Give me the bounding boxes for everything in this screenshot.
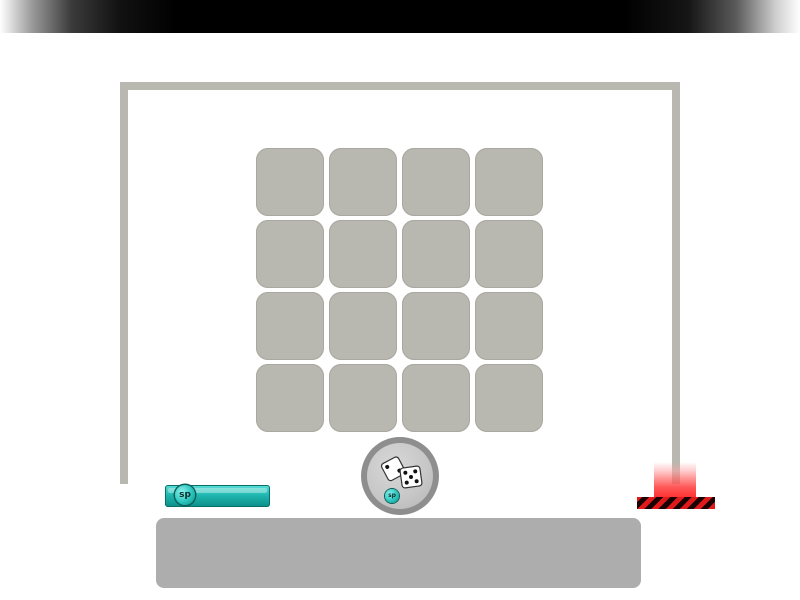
roll-dice-button[interactable]: sp bbox=[361, 437, 439, 515]
board-tile[interactable] bbox=[329, 148, 397, 216]
arena-frame-left bbox=[120, 82, 128, 484]
board-tile[interactable] bbox=[475, 148, 543, 216]
dice-button-face: sp bbox=[367, 443, 433, 509]
board-tile[interactable] bbox=[256, 292, 324, 360]
board-tile[interactable] bbox=[402, 292, 470, 360]
board-tile[interactable] bbox=[329, 292, 397, 360]
dice-sp-badge: sp bbox=[385, 489, 399, 503]
arena-frame-top bbox=[120, 82, 680, 90]
board-tile[interactable] bbox=[475, 220, 543, 288]
board-tile[interactable] bbox=[402, 364, 470, 432]
arena-frame-right bbox=[672, 82, 680, 484]
dice-icon bbox=[381, 456, 423, 489]
board-tile[interactable] bbox=[256, 148, 324, 216]
goal-glow bbox=[654, 462, 696, 498]
board-tile[interactable] bbox=[475, 364, 543, 432]
board-tile[interactable] bbox=[256, 220, 324, 288]
board-tile[interactable] bbox=[329, 220, 397, 288]
board-tile[interactable] bbox=[329, 364, 397, 432]
board-tile[interactable] bbox=[256, 364, 324, 432]
tile-grid bbox=[256, 148, 546, 436]
sp-coin-icon: sp bbox=[175, 485, 195, 505]
message-panel bbox=[156, 518, 641, 588]
goal-marker-base bbox=[637, 497, 715, 509]
board-tile[interactable] bbox=[402, 148, 470, 216]
board-tile[interactable] bbox=[475, 292, 543, 360]
top-gradient-bar bbox=[0, 0, 800, 33]
board-tile[interactable] bbox=[402, 220, 470, 288]
